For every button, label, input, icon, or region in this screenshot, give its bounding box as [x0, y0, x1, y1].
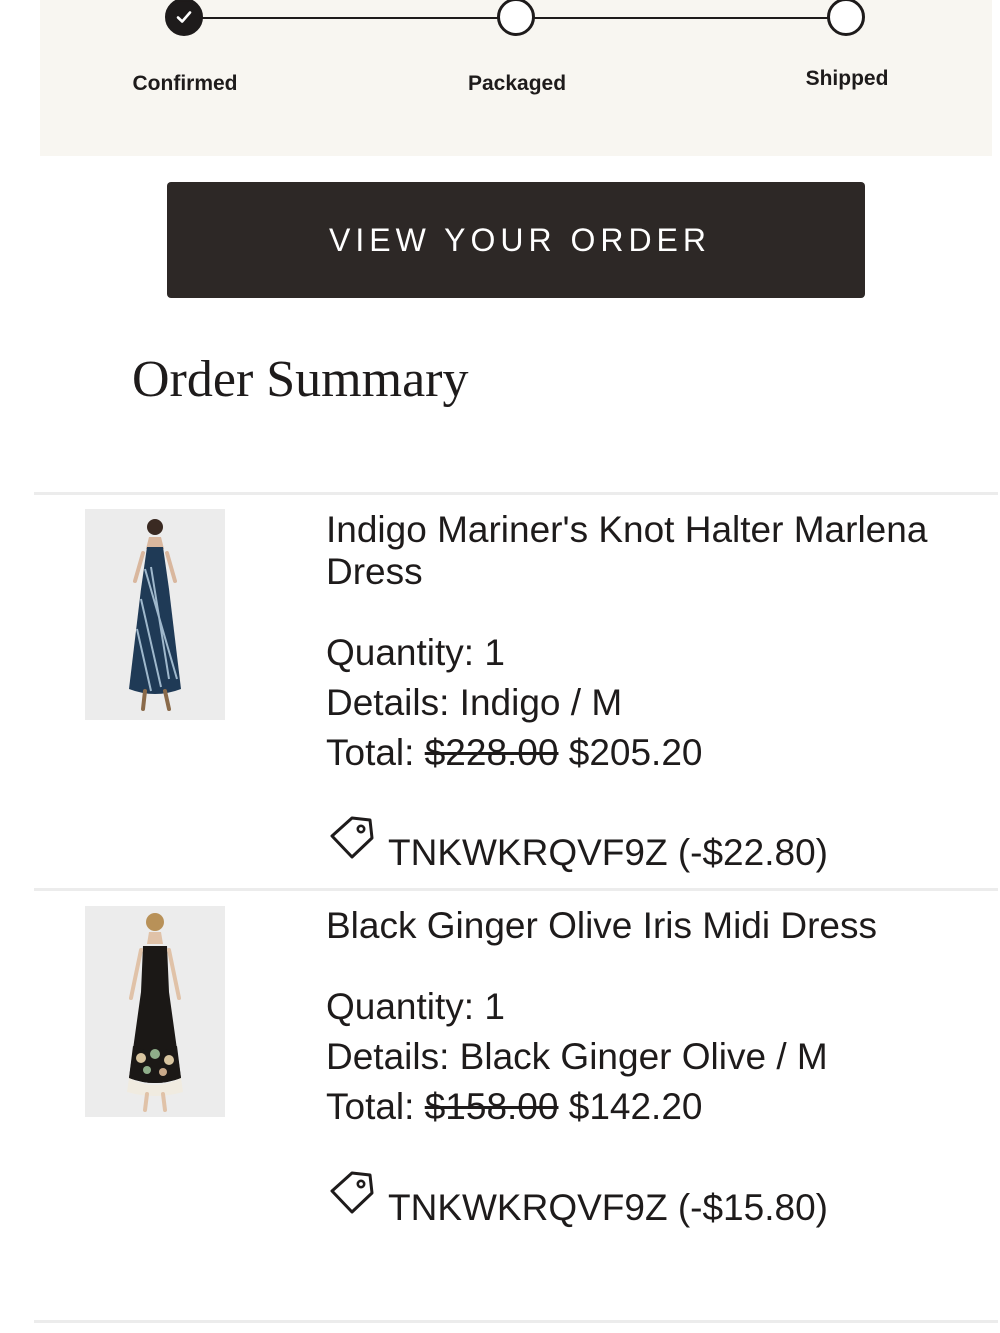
- sale-price: $205.20: [568, 732, 703, 773]
- progress-line-1: [186, 17, 516, 19]
- product-image-indigo-dress[interactable]: [85, 509, 225, 720]
- product-quantity: Quantity: 1: [326, 986, 505, 1028]
- discount-code-text: TNKWKRQVF9Z (-$15.80): [388, 1187, 828, 1228]
- total-label: Total:: [326, 1086, 415, 1127]
- product-quantity: Quantity: 1: [326, 632, 505, 674]
- details-value: Black Ginger Olive / M: [459, 1036, 828, 1077]
- details-value: Indigo / M: [459, 682, 623, 723]
- step-packaged-label: Packaged: [467, 72, 567, 95]
- price-tag-icon: [330, 1171, 374, 1214]
- checkmark-icon: [176, 11, 192, 23]
- quantity-value: 1: [484, 986, 505, 1027]
- order-item: Black Ginger Olive Iris Midi Dress Quant…: [0, 891, 1000, 1321]
- order-progress-tracker: Confirmed Packaged Shipped: [40, 0, 992, 156]
- original-price: $158.00: [424, 1086, 559, 1127]
- discount-code-text: TNKWKRQVF9Z (-$22.80): [388, 832, 828, 873]
- view-your-order-button[interactable]: VIEW YOUR ORDER: [167, 182, 865, 298]
- original-price: $228.00: [424, 732, 559, 773]
- product-image-black-dress[interactable]: [85, 906, 225, 1117]
- divider-bottom: [34, 1320, 998, 1323]
- progress-line-2: [516, 17, 846, 19]
- price-tag-icon: [330, 816, 374, 859]
- product-name[interactable]: Indigo Mariner's Knot Halter Marlena Dre…: [326, 509, 966, 593]
- details-label: Details:: [326, 1036, 450, 1077]
- product-total: Total: $228.00 $205.20: [326, 732, 703, 774]
- step-confirmed-label: Confirmed: [132, 72, 238, 95]
- quantity-label: Quantity:: [326, 986, 475, 1027]
- details-label: Details:: [326, 682, 450, 723]
- step-confirmed-indicator: [165, 0, 203, 36]
- step-packaged-indicator: [497, 0, 535, 36]
- quantity-label: Quantity:: [326, 632, 475, 673]
- step-shipped-label: Shipped: [805, 67, 889, 90]
- quantity-value: 1: [484, 632, 505, 673]
- order-item: Indigo Mariner's Knot Halter Marlena Dre…: [0, 495, 1000, 887]
- step-shipped-indicator: [827, 0, 865, 36]
- product-name[interactable]: Black Ginger Olive Iris Midi Dress: [326, 905, 966, 947]
- total-label: Total:: [326, 732, 415, 773]
- order-summary-title: Order Summary: [132, 351, 469, 408]
- product-total: Total: $158.00 $142.20: [326, 1086, 703, 1128]
- product-details: Details: Indigo / M: [326, 682, 622, 724]
- product-details: Details: Black Ginger Olive / M: [326, 1036, 828, 1078]
- sale-price: $142.20: [568, 1086, 703, 1127]
